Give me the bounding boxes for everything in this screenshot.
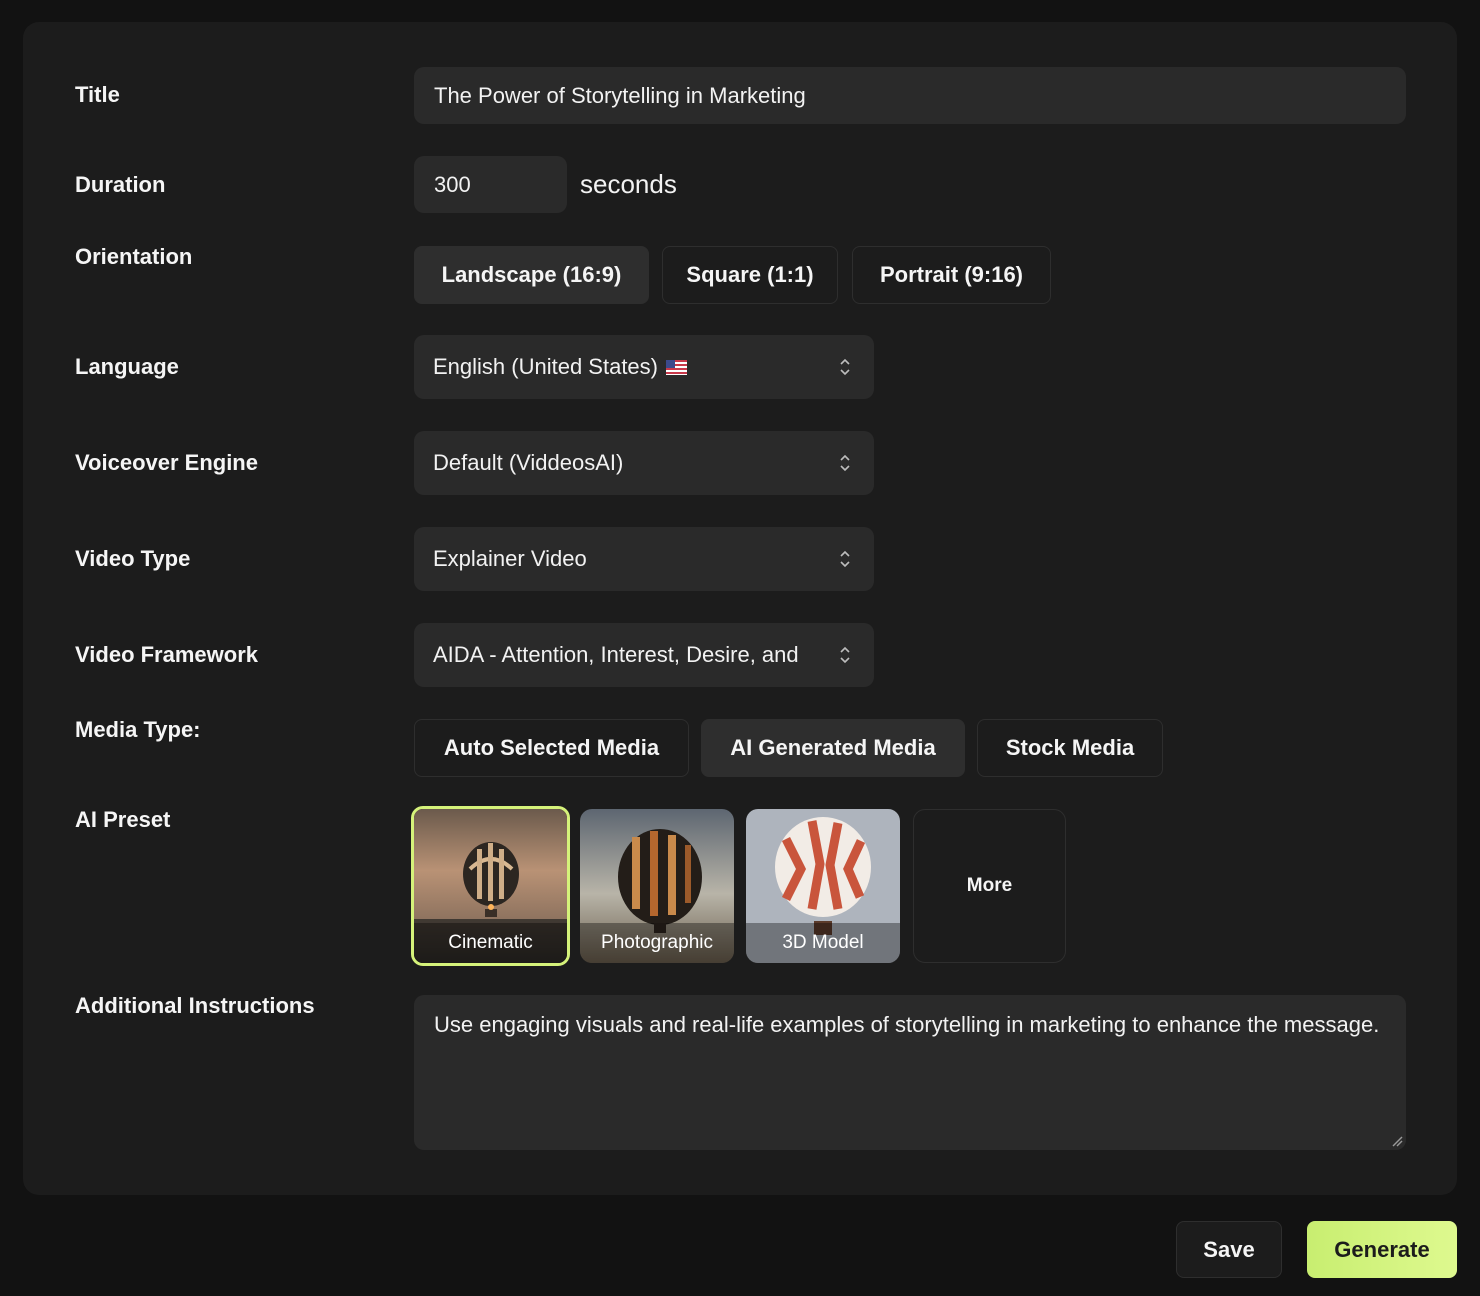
media-ai-generated-button[interactable]: AI Generated Media: [701, 719, 965, 777]
duration-unit: seconds: [580, 169, 677, 199]
duration-input[interactable]: 300: [414, 156, 567, 213]
language-select[interactable]: English (United States): [414, 335, 874, 399]
instructions-text: Use engaging visuals and real-life examp…: [434, 1012, 1380, 1037]
media-stock-button[interactable]: Stock Media: [977, 719, 1163, 777]
language-label: Language: [75, 354, 179, 379]
orientation-label: Orientation: [75, 244, 193, 269]
chevron-updown-icon: [840, 550, 850, 568]
preset-3d-model-caption: 3D Model: [746, 923, 900, 963]
duration-label: Duration: [75, 172, 166, 197]
voiceover-label: Voiceover Engine: [75, 450, 258, 475]
resize-handle-icon[interactable]: [1389, 1133, 1403, 1147]
language-value: English (United States): [433, 354, 658, 379]
video-type-select[interactable]: Explainer Video: [414, 527, 874, 591]
title-label: Title: [75, 82, 120, 107]
media-auto-selected-button[interactable]: Auto Selected Media: [414, 719, 689, 777]
video-type-label: Video Type: [75, 546, 191, 571]
orientation-landscape-button[interactable]: Landscape (16:9): [414, 246, 649, 304]
video-framework-select[interactable]: AIDA - Attention, Interest, Desire, and: [414, 623, 874, 687]
preset-3d-model-card[interactable]: 3D Model: [746, 809, 900, 963]
instructions-textarea[interactable]: Use engaging visuals and real-life examp…: [414, 995, 1406, 1150]
ai-preset-label: AI Preset: [75, 807, 171, 832]
preset-photographic-caption: Photographic: [580, 923, 734, 963]
orientation-portrait-button[interactable]: Portrait (9:16): [852, 246, 1051, 304]
chevron-updown-icon: [840, 454, 850, 472]
video-framework-value: AIDA - Attention, Interest, Desire, and: [433, 642, 799, 667]
video-settings-panel: Title The Power of Storytelling in Marke…: [23, 22, 1457, 1195]
media-type-label: Media Type:: [75, 717, 201, 742]
preset-photographic-card[interactable]: Photographic: [580, 809, 734, 963]
preset-cinematic-card[interactable]: Cinematic: [411, 806, 570, 966]
orientation-square-button[interactable]: Square (1:1): [662, 246, 838, 304]
instructions-label: Additional Instructions: [75, 993, 315, 1018]
video-type-value: Explainer Video: [433, 546, 587, 571]
chevron-updown-icon: [840, 358, 850, 376]
voiceover-select[interactable]: Default (ViddeosAI): [414, 431, 874, 495]
video-framework-label: Video Framework: [75, 642, 258, 667]
voiceover-value: Default (ViddeosAI): [433, 450, 624, 475]
generate-button[interactable]: Generate: [1307, 1221, 1457, 1278]
us-flag-icon: [666, 359, 830, 375]
chevron-updown-icon: [840, 646, 850, 664]
preset-cinematic-caption: Cinematic: [414, 923, 567, 963]
save-button[interactable]: Save: [1176, 1221, 1282, 1278]
title-input[interactable]: The Power of Storytelling in Marketing: [414, 67, 1406, 124]
preset-more-button[interactable]: More: [913, 809, 1066, 963]
